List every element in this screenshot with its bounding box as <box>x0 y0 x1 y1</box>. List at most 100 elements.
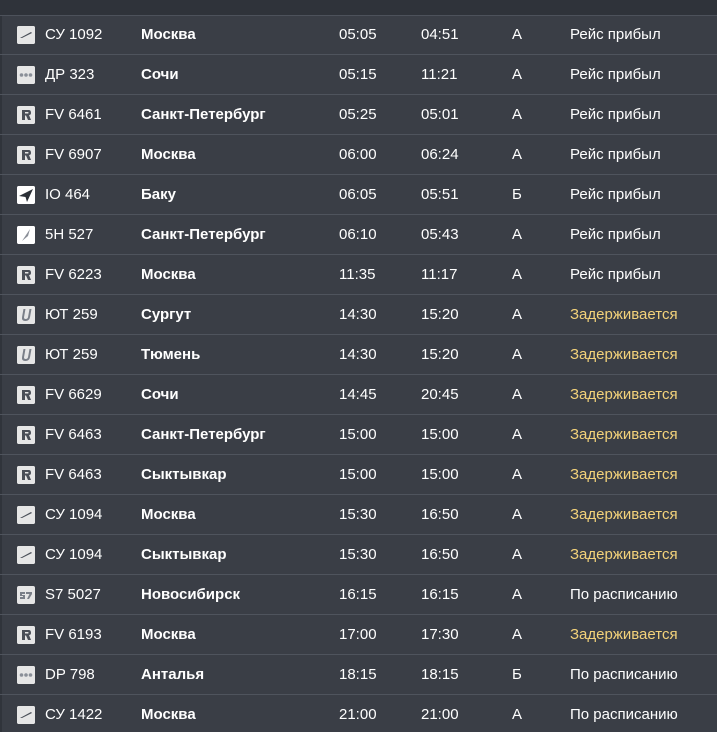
terminal: Б <box>512 186 522 203</box>
flight-row[interactable]: IO 464 Баку 06:05 05:51 Б Рейс прибыл <box>0 175 717 215</box>
aeroflot-airline-icon <box>17 546 35 564</box>
flight-number: S7 5027 <box>45 586 101 603</box>
flight-number: 5H 527 <box>45 226 94 243</box>
flight-status: Задерживается <box>570 546 678 563</box>
city-name: Сыктывкар <box>141 546 227 563</box>
city-name: Тюмень <box>141 346 201 363</box>
flight-status: Задерживается <box>570 626 678 643</box>
terminal: A <box>512 106 523 123</box>
flight-row[interactable]: FV 6461 Санкт-Петербург 05:25 05:01 A Рейс пр… <box>0 95 717 135</box>
actual-time: 15:20 <box>421 346 459 363</box>
flight-row[interactable]: FV 6463 Сыктывкар 15:00 15:00 A Задерживается <box>0 455 717 495</box>
actual-time: 04:51 <box>421 26 459 43</box>
scheduled-time: 18:15 <box>339 666 377 683</box>
actual-time: 16:50 <box>421 506 459 523</box>
flight-row[interactable]: 5H 527 Санкт-Петербург 06:10 05:43 A Рейс при… <box>0 215 717 255</box>
flight-row[interactable]: FV 6223 Москва 11:35 11:17 A Рейс прибыл <box>0 255 717 295</box>
scheduled-time: 05:15 <box>339 66 377 83</box>
scheduled-time: 17:00 <box>339 626 377 643</box>
utair-airline-icon <box>17 306 35 324</box>
flight-number: FV 6223 <box>45 266 102 283</box>
scheduled-time: 14:30 <box>339 306 377 323</box>
azal-airline-icon <box>17 186 35 204</box>
terminal: A <box>512 226 523 243</box>
flight-row[interactable]: ДР 323 Сочи 05:15 11:21 A Рейс прибыл <box>0 55 717 95</box>
actual-time: 16:15 <box>421 586 459 603</box>
scheduled-time: 05:25 <box>339 106 377 123</box>
flight-status: Задерживается <box>570 426 678 443</box>
terminal: A <box>512 586 523 603</box>
flight-row[interactable]: СУ 1092 Москва 05:05 04:51 A Рейс прибыл <box>0 15 717 55</box>
city-name: Москва <box>141 506 196 523</box>
scheduled-time: 15:30 <box>339 506 377 523</box>
actual-time: 05:51 <box>421 186 459 203</box>
flight-row[interactable]: СУ 1422 Москва 21:00 21:00 A По расписанию <box>0 695 717 732</box>
terminal: A <box>512 266 523 283</box>
aeroflot-airline-icon <box>17 706 35 724</box>
city-name: Сургут <box>141 306 192 323</box>
scheduled-time: 21:00 <box>339 706 377 723</box>
flight-row[interactable]: DP 798 Анталья 18:15 18:15 Б По расписанию <box>0 655 717 695</box>
city-name: Анталья <box>141 666 205 683</box>
flight-number: ЮТ 259 <box>45 306 98 323</box>
s7-airline-icon <box>17 586 35 604</box>
flight-number: IO 464 <box>45 186 91 203</box>
flight-number: FV 6463 <box>45 426 102 443</box>
scheduled-time: 15:30 <box>339 546 377 563</box>
rossiya-airline-icon <box>17 466 35 484</box>
rossiya-airline-icon <box>17 626 35 644</box>
flight-number: DP 798 <box>45 666 95 683</box>
flight-status: Рейс прибыл <box>570 226 661 243</box>
city-name: Санкт-Петербург <box>141 226 266 243</box>
flight-row[interactable]: FV 6629 Сочи 14:45 20:45 A Задерживается <box>0 375 717 415</box>
utair-airline-icon <box>17 346 35 364</box>
terminal: A <box>512 146 523 163</box>
flight-row[interactable]: ЮТ 259 Сургут 14:30 15:20 A Задерживается <box>0 295 717 335</box>
flight-number: ЮТ 259 <box>45 346 98 363</box>
actual-time: 21:00 <box>421 706 459 723</box>
actual-time: 20:45 <box>421 386 459 403</box>
city-name: Санкт-Петербург <box>141 426 266 443</box>
terminal: A <box>512 626 523 643</box>
flight-status: По расписанию <box>570 586 678 603</box>
rossiya-airline-icon <box>17 386 35 404</box>
arrivals-board: СУ 1092 Москва 05:05 04:51 A Рейс прибыл ДР 32… <box>0 0 717 732</box>
dots-airline-icon <box>17 66 35 84</box>
flight-row[interactable]: S7 5027 Новосибирск 16:15 16:15 A По расписан… <box>0 575 717 615</box>
rossiya-airline-icon <box>17 266 35 284</box>
flight-number: СУ 1422 <box>45 706 103 723</box>
flight-row[interactable]: FV 6463 Санкт-Петербург 15:00 15:00 A Задержи… <box>0 415 717 455</box>
flight-number: FV 6461 <box>45 106 102 123</box>
terminal: A <box>512 426 523 443</box>
city-name: Баку <box>141 186 176 203</box>
actual-time: 18:15 <box>421 666 459 683</box>
flight-number: ДР 323 <box>45 66 95 83</box>
scheduled-time: 06:00 <box>339 146 377 163</box>
flight-status: Задерживается <box>570 506 678 523</box>
terminal: A <box>512 66 523 83</box>
flights-table: СУ 1092 Москва 05:05 04:51 A Рейс прибыл ДР 32… <box>0 15 717 732</box>
city-name: Москва <box>141 626 196 643</box>
flight-row[interactable]: FV 6907 Москва 06:00 06:24 A Рейс прибыл <box>0 135 717 175</box>
flight-status: Рейс прибыл <box>570 66 661 83</box>
flight-status: Рейс прибыл <box>570 26 661 43</box>
feather-airline-icon <box>17 226 35 244</box>
rossiya-airline-icon <box>17 426 35 444</box>
flight-number: FV 6193 <box>45 626 102 643</box>
flight-row[interactable]: СУ 1094 Москва 15:30 16:50 A Задерживается <box>0 495 717 535</box>
terminal: A <box>512 346 523 363</box>
city-name: Сочи <box>141 386 179 403</box>
flight-status: Задерживается <box>570 346 678 363</box>
actual-time: 15:00 <box>421 426 459 443</box>
scheduled-time: 15:00 <box>339 426 377 443</box>
scheduled-time: 15:00 <box>339 466 377 483</box>
flight-row[interactable]: СУ 1094 Сыктывкар 15:30 16:50 A Задерживается <box>0 535 717 575</box>
terminal: A <box>512 306 523 323</box>
flight-status: По расписанию <box>570 666 678 683</box>
city-name: Москва <box>141 706 196 723</box>
flight-row[interactable]: ЮТ 259 Тюмень 14:30 15:20 A Задерживается <box>0 335 717 375</box>
city-name: Сочи <box>141 66 179 83</box>
flight-status: Рейс прибыл <box>570 266 661 283</box>
terminal: A <box>512 546 523 563</box>
flight-row[interactable]: FV 6193 Москва 17:00 17:30 A Задерживается <box>0 615 717 655</box>
